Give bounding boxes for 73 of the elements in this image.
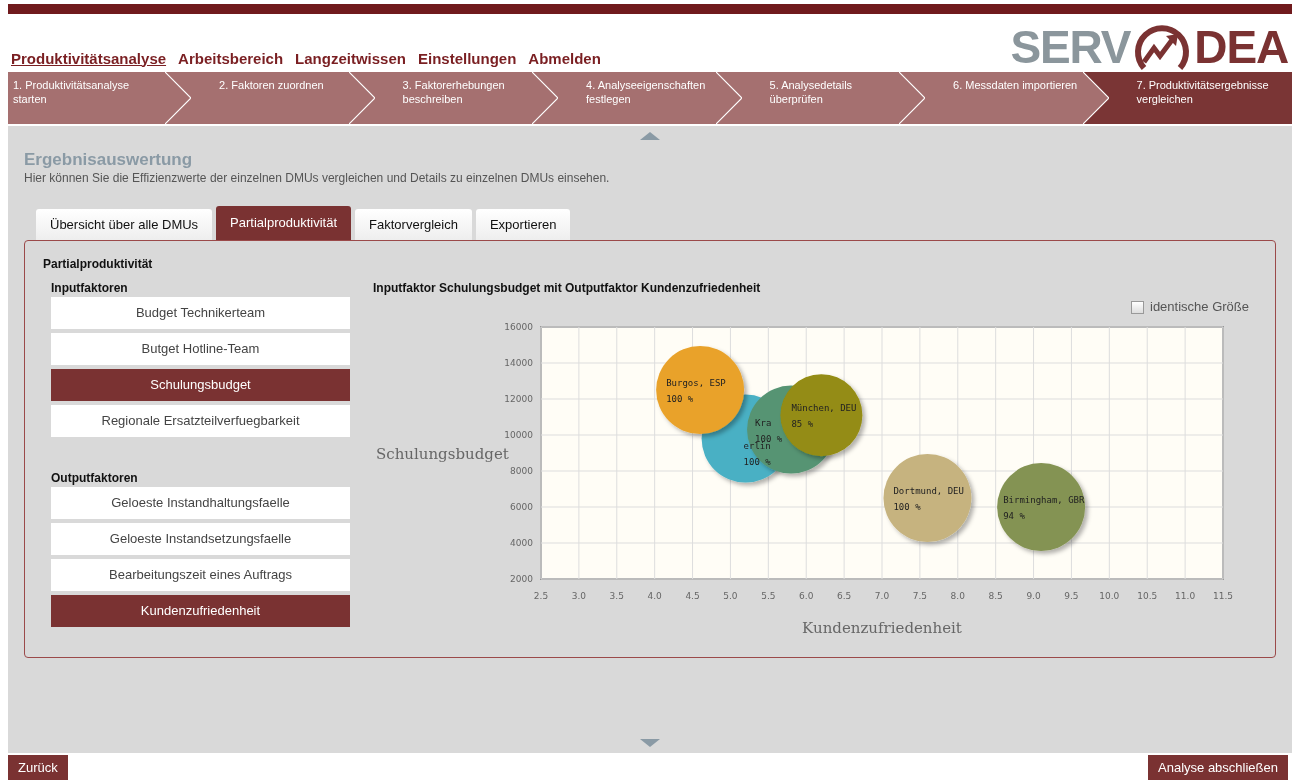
logo-text: SERV — [1010, 24, 1131, 70]
nav-link[interactable]: Abmelden — [528, 47, 601, 70]
tick-label: 3.0 — [571, 591, 587, 601]
tab[interactable]: Übersicht über alle DMUs — [36, 209, 213, 240]
bubble-label: 100 % — [893, 502, 921, 512]
axis-title: Schulungsbudget — [376, 445, 509, 463]
tick-label: 4000 — [510, 538, 533, 548]
tick-label: 7.5 — [912, 591, 928, 601]
tick-label: 6000 — [510, 502, 533, 512]
bubble-label: München, DEU — [791, 403, 857, 414]
tick-label: 8.5 — [988, 591, 1003, 601]
group-title: Inputfaktoren — [50, 280, 129, 297]
step-tab[interactable]: 1. Produktivitätsanalyse starten — [8, 72, 192, 124]
step-tab[interactable]: 4. Analyseeigenschaften festlegen — [558, 72, 742, 124]
bubble-label: Burgos, ESP — [666, 378, 726, 388]
tick-label: 8.0 — [950, 591, 965, 601]
tick-label: 9.5 — [1064, 591, 1079, 601]
step-tab[interactable]: 3. Faktorerhebungen beschreiben — [374, 72, 559, 124]
tick-label: 3.5 — [609, 591, 624, 601]
section-description: Hier können Sie die Effizienzwerte der einzelnen DMUs vergleichen und Details zu einzelnen DMUs einsehen. — [24, 170, 611, 186]
tab[interactable]: Partialproduktivität — [216, 206, 352, 240]
bubble-label: 100 % — [743, 456, 771, 467]
nav-link[interactable]: Langzeitwissen — [295, 47, 406, 70]
step-tab[interactable]: 6. Messdaten importieren — [925, 72, 1109, 124]
tick-label: 11.0 — [1175, 591, 1196, 601]
nav-link[interactable]: Produktivitätsanalyse — [11, 47, 167, 70]
factor-button[interactable]: Bearbeitungszeit eines Auftrags — [51, 559, 350, 591]
tick-label: 2.5 — [533, 591, 549, 601]
factor-button[interactable]: Butget Hotline-Team — [51, 333, 350, 365]
panel-title: Partialproduktivität — [43, 256, 154, 271]
tick-label: 10.0 — [1099, 591, 1120, 601]
chart-title: Inputfaktor Schulungsbudget mit Outputfaktor Kundenzufriedenheit — [373, 280, 762, 295]
checkbox-label: identische Größe — [1150, 298, 1249, 317]
section-heading: Ergebnisauswertung — [24, 150, 194, 170]
tick-label: 6.0 — [799, 591, 814, 601]
tick-label: 12000 — [504, 394, 533, 404]
tick-label: 10000 — [504, 430, 533, 440]
factor-button[interactable]: Geloeste Instandsetzungsfaelle — [51, 523, 350, 555]
logo-text: DEA — [1194, 24, 1288, 70]
bubble-label: 100 % — [666, 394, 694, 404]
tick-label: 10.5 — [1137, 591, 1158, 601]
bubble-label: 94 % — [1003, 511, 1025, 521]
tick-label: 5.0 — [723, 591, 738, 601]
bubble-label: Dortmund, DEU — [893, 486, 964, 496]
finish-button[interactable]: Analyse abschließen — [1148, 755, 1288, 780]
tick-label: 5.5 — [761, 591, 776, 601]
back-button[interactable]: Zurück — [8, 755, 68, 780]
factor-button[interactable]: Budget Technikerteam — [51, 297, 350, 329]
factor-button[interactable]: Schulungsbudget — [51, 369, 350, 401]
tick-label: 11.5 — [1213, 591, 1233, 601]
nav-link[interactable]: Einstellungen — [417, 47, 517, 70]
tick-label: 7.0 — [874, 591, 890, 601]
nav-link[interactable]: Arbeitsbereich — [178, 47, 284, 70]
tab[interactable]: Faktorvergleich — [355, 209, 472, 240]
axis-title: Kundenzufriedenheit — [802, 619, 962, 637]
tick-label: 6.5 — [836, 591, 852, 601]
tab[interactable]: Exportieren — [475, 209, 571, 240]
group-title: Outputfaktoren — [50, 470, 139, 487]
factor-button[interactable]: Geloeste Instandhaltungsfaelle — [51, 487, 350, 519]
tick-label: 4.5 — [685, 591, 700, 601]
bubble-label: 85 % — [791, 419, 814, 430]
factor-button[interactable]: Kundenzufriedenheit — [51, 595, 350, 627]
step-tab[interactable]: 2. Faktoren zuordnen — [191, 72, 375, 124]
factor-button[interactable]: Regionale Ersatzteilverfuegbarkeit — [51, 405, 350, 437]
step-tab[interactable]: 5. Analysedetails überprüfen — [741, 72, 926, 124]
tick-label: 14000 — [504, 358, 533, 368]
bubble-label: Kra — [755, 417, 772, 428]
tick-label: 8000 — [510, 466, 533, 476]
tick-label: 9.0 — [1026, 591, 1041, 601]
tick-label: 4.0 — [647, 591, 662, 601]
tick-label: 2000 — [510, 574, 533, 584]
bubble-label: Birmingham, GBR — [1003, 495, 1085, 505]
tick-label: 16000 — [504, 322, 533, 332]
